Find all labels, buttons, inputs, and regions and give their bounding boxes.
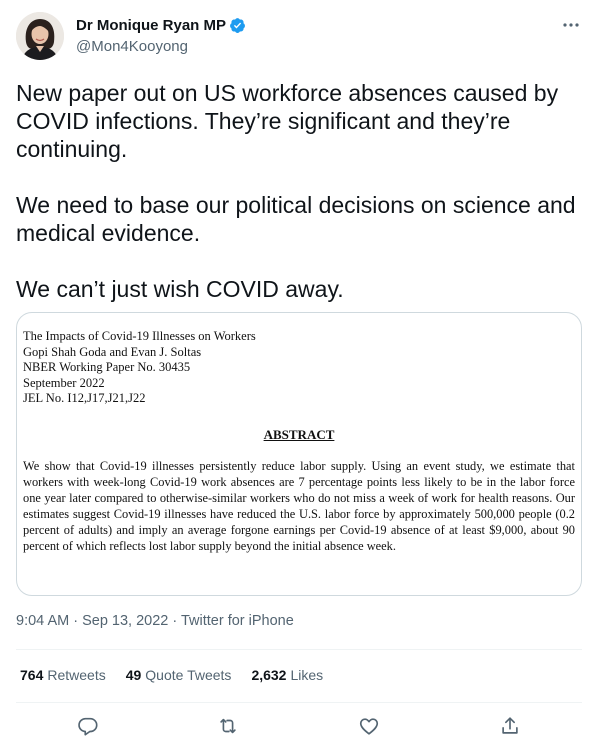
retweets-stat[interactable]: 764 Retweets xyxy=(20,667,106,683)
quote-tweets-stat[interactable]: 49 Quote Tweets xyxy=(126,667,232,683)
tweet-paragraph: New paper out on US workforce absences c… xyxy=(16,80,559,162)
more-icon[interactable] xyxy=(560,18,582,32)
retweets-label: Retweets xyxy=(47,667,106,683)
author-handle[interactable]: @Mon4Kooyong xyxy=(76,38,188,55)
paper-number: NBER Working Paper No. 30435 xyxy=(23,360,191,375)
likes-count: 2,632 xyxy=(251,667,287,683)
likes-label: Likes xyxy=(290,667,324,683)
divider xyxy=(16,702,582,703)
tweet-actions xyxy=(0,713,598,739)
paper-meta: The Impacts of Covid-19 Illnesses on Wor… xyxy=(23,329,575,407)
avatar[interactable] xyxy=(16,12,64,60)
attached-image[interactable]: The Impacts of Covid-19 Illnesses on Wor… xyxy=(16,312,582,596)
reply-icon[interactable] xyxy=(75,713,101,739)
paper-title: The Impacts of Covid-19 Illnesses on Wor… xyxy=(23,329,256,343)
author-name[interactable]: Dr Monique Ryan MP xyxy=(76,17,226,34)
paper-authors: Gopi Shah Goda and Evan J. Soltas xyxy=(23,344,202,359)
tweet-header: Dr Monique Ryan MP @Mon4Kooyong xyxy=(16,12,582,60)
verified-badge-icon xyxy=(229,17,246,34)
quote-tweets-count: 49 xyxy=(125,667,142,683)
likes-stat[interactable]: 2,632 Likes xyxy=(251,667,323,683)
tweet-paragraph: We can’t just wish COVID away. xyxy=(16,276,344,302)
share-icon[interactable] xyxy=(497,713,523,739)
tweet-paragraph: We need to base our political decisions … xyxy=(16,192,576,246)
paper-jel: JEL No. I12,J17,J21,J22 xyxy=(23,391,146,406)
abstract-text: We show that Covid-19 illnesses persiste… xyxy=(23,458,575,553)
paper-date: September 2022 xyxy=(23,375,105,390)
tweet-timestamp[interactable]: 9:04 AM · Sep 13, 2022 · Twitter for iPh… xyxy=(16,613,294,629)
divider xyxy=(16,649,582,650)
author-name-row: Dr Monique Ryan MP xyxy=(76,17,246,34)
paper-excerpt: The Impacts of Covid-19 Illnesses on Wor… xyxy=(23,329,575,554)
abstract-heading: ABSTRACT xyxy=(263,426,335,442)
retweets-count: 764 xyxy=(20,667,44,683)
quote-tweets-label: Quote Tweets xyxy=(145,667,232,683)
like-icon[interactable] xyxy=(356,713,382,739)
tweet-text: New paper out on US workforce absences c… xyxy=(16,79,582,303)
avatar-image xyxy=(16,12,64,60)
retweet-icon[interactable] xyxy=(215,713,241,739)
engagement-stats: 764 Retweets 49 Quote Tweets 2,632 Likes xyxy=(20,667,343,683)
